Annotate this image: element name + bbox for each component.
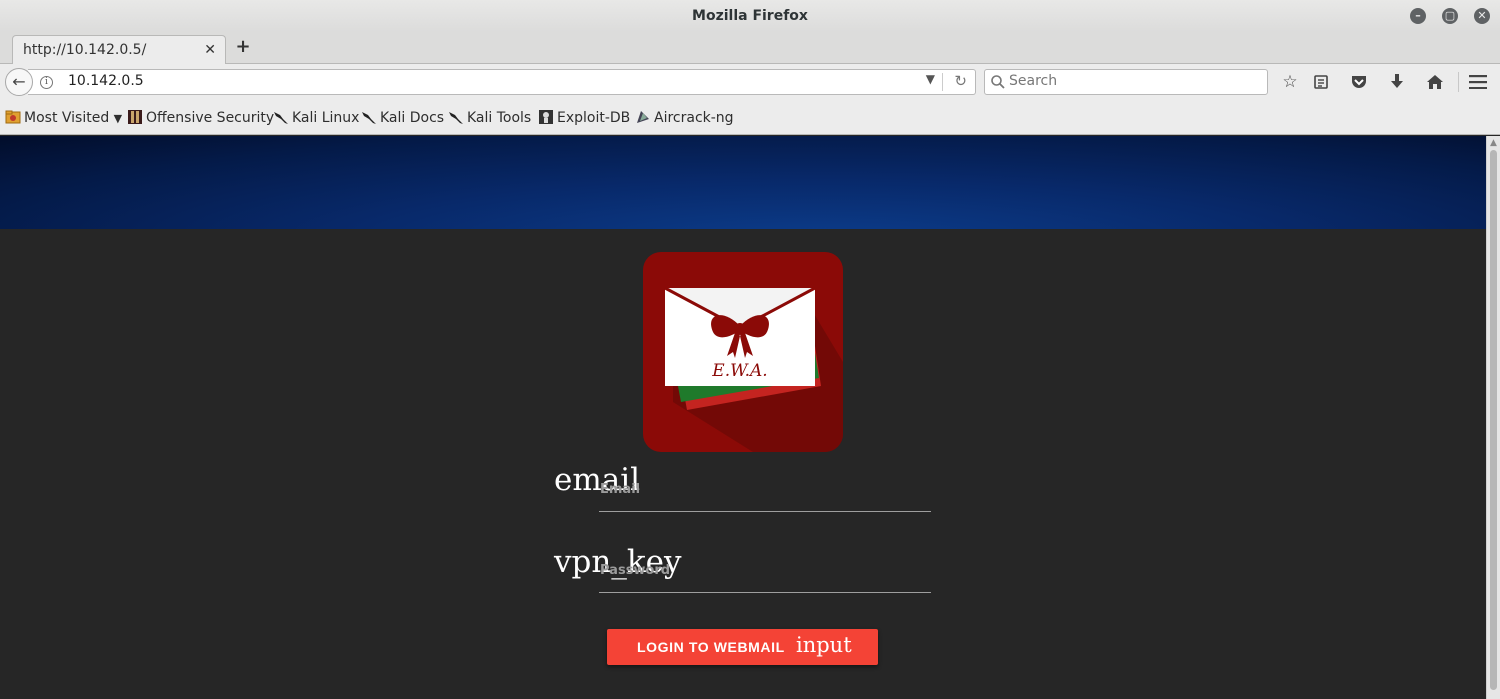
star-icon[interactable]: ☆ — [1278, 70, 1302, 94]
bookmark-label: Aircrack-ng — [654, 110, 734, 126]
minimize-icon[interactable]: – — [1410, 8, 1426, 24]
bookmark-label: Exploit-DB — [557, 110, 631, 126]
clipboard-icon[interactable] — [1309, 70, 1333, 94]
download-icon[interactable] — [1385, 70, 1409, 94]
site-info-icon[interactable]: i — [40, 76, 53, 89]
bookmark-exploit-db[interactable]: Exploit-DB — [538, 108, 630, 128]
bookmark-kali-tools[interactable]: Kali Tools — [448, 108, 531, 128]
bookmark-aircrack-ng[interactable]: Aircrack-ng — [635, 108, 734, 128]
page-viewport: E.W.A. email Email vpn_key Password LOGI… — [0, 136, 1486, 699]
home-icon[interactable] — [1423, 70, 1447, 94]
bookmark-most-visited[interactable]: Most Visited ▼ — [5, 108, 122, 128]
folder-icon — [5, 110, 21, 124]
window-title: Mozilla Firefox — [692, 8, 808, 24]
input-icon: input — [796, 633, 852, 657]
scrollbar-thumb[interactable] — [1490, 150, 1497, 690]
toolbar-separator — [1458, 72, 1459, 92]
navigation-toolbar: i 10.142.0.5 ▼ ↻ ← Search ☆ — [0, 64, 1500, 100]
search-bar[interactable]: Search — [984, 69, 1268, 95]
aircrack-icon — [637, 111, 649, 123]
tab-strip: http://10.142.0.5/ ✕ — [0, 32, 1500, 65]
ewa-logo: E.W.A. — [643, 252, 843, 452]
offsec-icon — [128, 110, 142, 124]
scroll-up-arrow-icon[interactable]: ▲ — [1490, 138, 1497, 148]
window-titlebar: Mozilla Firefox – ▢ ✕ — [0, 0, 1500, 32]
bookmark-label: Offensive Security — [146, 110, 275, 126]
dropdown-arrow-icon: ▼ — [113, 112, 123, 125]
bookmark-offensive-security[interactable]: Offensive Security — [127, 108, 274, 128]
page-scrollbar[interactable]: ▲ — [1486, 136, 1500, 699]
pocket-icon[interactable] — [1347, 70, 1371, 94]
url-bar[interactable]: i 10.142.0.5 ▼ ↻ — [28, 69, 976, 95]
bookmarks-toolbar: Most Visited ▼ Offensive Security Kali L… — [0, 100, 1500, 135]
kali-dragon-icon — [274, 112, 288, 124]
tab-active[interactable]: http://10.142.0.5/ ✕ — [12, 35, 226, 65]
bookmark-kali-docs[interactable]: Kali Docs — [361, 108, 444, 128]
tab-label: http://10.142.0.5/ — [23, 42, 147, 58]
maximize-icon[interactable]: ▢ — [1442, 8, 1458, 24]
bookmark-label: Kali Tools — [467, 110, 532, 126]
login-button-label: LOGIN TO WEBMAIL — [637, 639, 785, 655]
close-window-icon[interactable]: ✕ — [1474, 8, 1490, 24]
password-field[interactable] — [599, 553, 931, 593]
bookmark-label: Kali Linux — [292, 110, 360, 126]
kali-dragon-icon — [449, 112, 463, 124]
url-separator — [942, 73, 943, 91]
bookmark-label: Kali Docs — [380, 110, 445, 126]
bookmark-kali-linux[interactable]: Kali Linux — [273, 108, 359, 128]
kali-dragon-icon — [362, 112, 376, 124]
reload-icon[interactable]: ↻ — [954, 72, 967, 90]
search-icon — [991, 75, 1005, 89]
url-text[interactable]: 10.142.0.5 — [68, 73, 144, 89]
bookmark-label: Most Visited — [24, 110, 110, 126]
url-dropdown-icon[interactable]: ▼ — [926, 72, 935, 86]
tab-close-icon[interactable]: ✕ — [204, 36, 216, 64]
logo-text: E.W.A. — [711, 361, 767, 381]
envelope-logo-icon: E.W.A. — [664, 286, 843, 452]
new-tab-icon[interactable]: + — [234, 36, 252, 58]
hamburger-icon[interactable] — [1466, 70, 1490, 94]
exploitdb-icon — [539, 110, 553, 124]
search-placeholder: Search — [1009, 73, 1058, 89]
header-banner — [0, 136, 1486, 229]
back-arrow-icon[interactable]: ← — [5, 68, 33, 96]
login-button[interactable]: LOGIN TO WEBMAIL input — [607, 629, 878, 665]
email-field[interactable] — [599, 472, 931, 512]
